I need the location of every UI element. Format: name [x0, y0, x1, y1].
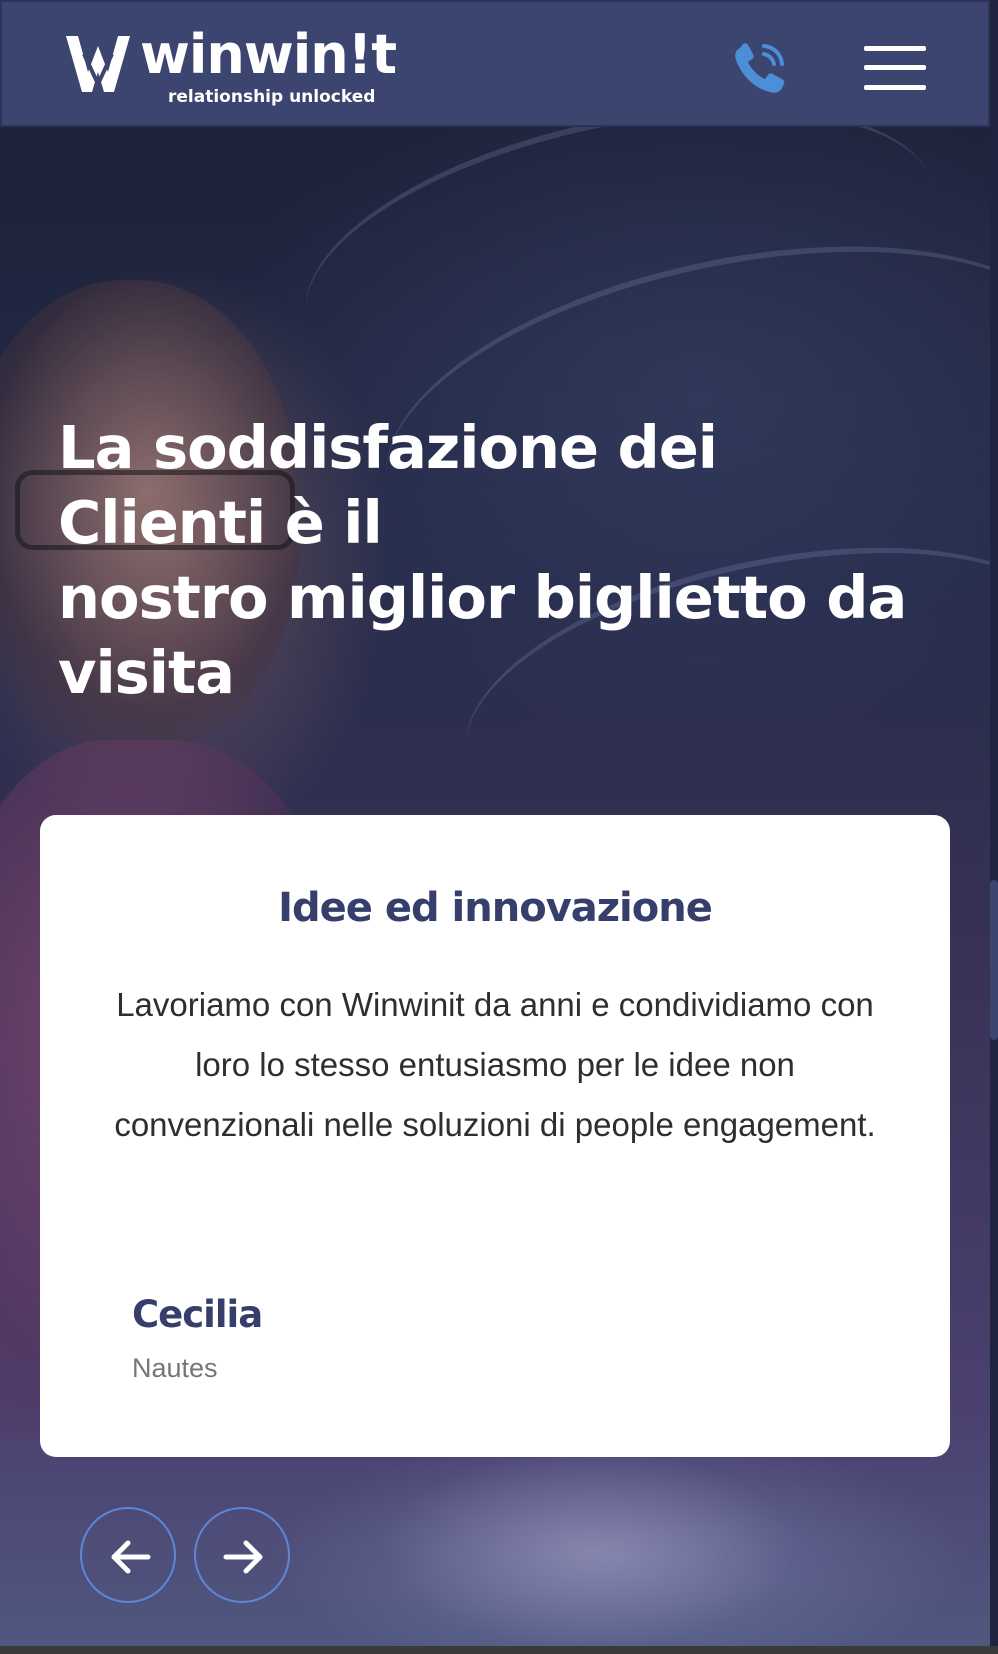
hamburger-menu-button[interactable]	[864, 42, 930, 94]
menu-bar	[864, 85, 926, 90]
scrollbar-track[interactable]	[990, 0, 998, 1654]
logo-wordmark: winwin!t	[140, 23, 397, 86]
phone-icon	[735, 43, 785, 93]
testimonial-text: Lavoriamo con Winwinit da anni e condivi…	[114, 986, 876, 1143]
hero-hand-phone	[380, 1450, 800, 1650]
menu-bar	[864, 46, 926, 51]
arrow-right-icon	[223, 1540, 263, 1574]
hero-title: La soddisfazione dei Clienti è il nostro…	[58, 410, 938, 710]
logo[interactable]: winwin!t relationship unlocked	[64, 23, 397, 110]
menu-bar	[864, 65, 926, 70]
testimonial-author: Cecilia	[132, 1293, 263, 1336]
logo-w-mark-icon	[66, 36, 130, 92]
hero-title-line: La soddisfazione dei Clienti è il	[58, 413, 718, 557]
carousel-prev-button[interactable]	[80, 1507, 176, 1603]
bottom-edge	[0, 1646, 998, 1654]
scrollbar-thumb[interactable]	[990, 880, 998, 1040]
carousel-next-button[interactable]	[194, 1507, 290, 1603]
testimonial-title: Idee ed innovazione	[278, 885, 713, 931]
logo-tagline: relationship unlocked	[168, 87, 376, 107]
phone-button[interactable]	[730, 40, 790, 96]
page: winwin!t relationship unlocked La soddis…	[0, 0, 998, 1654]
site-header: winwin!t relationship unlocked	[0, 0, 990, 127]
arrow-left-icon	[111, 1540, 151, 1574]
testimonial-card: Idee ed innovazione Lavoriamo con Winwin…	[40, 815, 950, 1457]
testimonial-company: Nautes	[132, 1353, 218, 1383]
hero-title-line: nostro miglior biglietto da visita	[58, 563, 907, 707]
